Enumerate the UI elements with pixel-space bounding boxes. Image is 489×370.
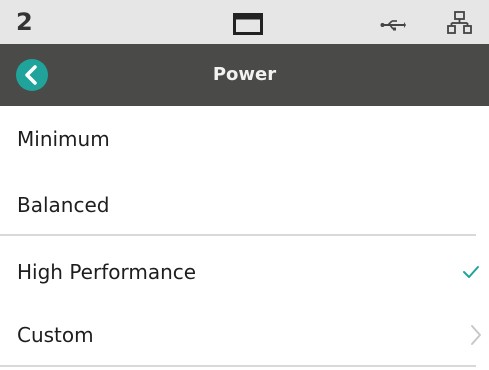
status-number: 2: [16, 8, 33, 36]
power-settings-screen: 2 Power Minimum Balanced High Performanc…: [0, 0, 489, 370]
check-icon: [463, 266, 479, 278]
header-bar: Power: [0, 44, 489, 106]
status-bar: 2: [0, 0, 489, 44]
chevron-right-icon: [471, 325, 481, 345]
option-label: Balanced: [17, 193, 110, 217]
window-icon: [233, 13, 263, 35]
option-label: High Performance: [17, 260, 197, 284]
usb-icon: [380, 20, 406, 31]
option-label: Minimum: [17, 127, 110, 151]
option-label: Custom: [17, 323, 94, 347]
page-title: Power: [212, 64, 277, 85]
option-high-performance[interactable]: High Performance: [0, 239, 489, 305]
group-divider: [0, 234, 476, 236]
option-minimum[interactable]: Minimum: [0, 106, 489, 172]
network-icon: [447, 11, 472, 34]
option-balanced[interactable]: Balanced: [0, 172, 489, 238]
option-custom[interactable]: Custom: [0, 302, 489, 368]
bottom-divider: [0, 365, 476, 367]
